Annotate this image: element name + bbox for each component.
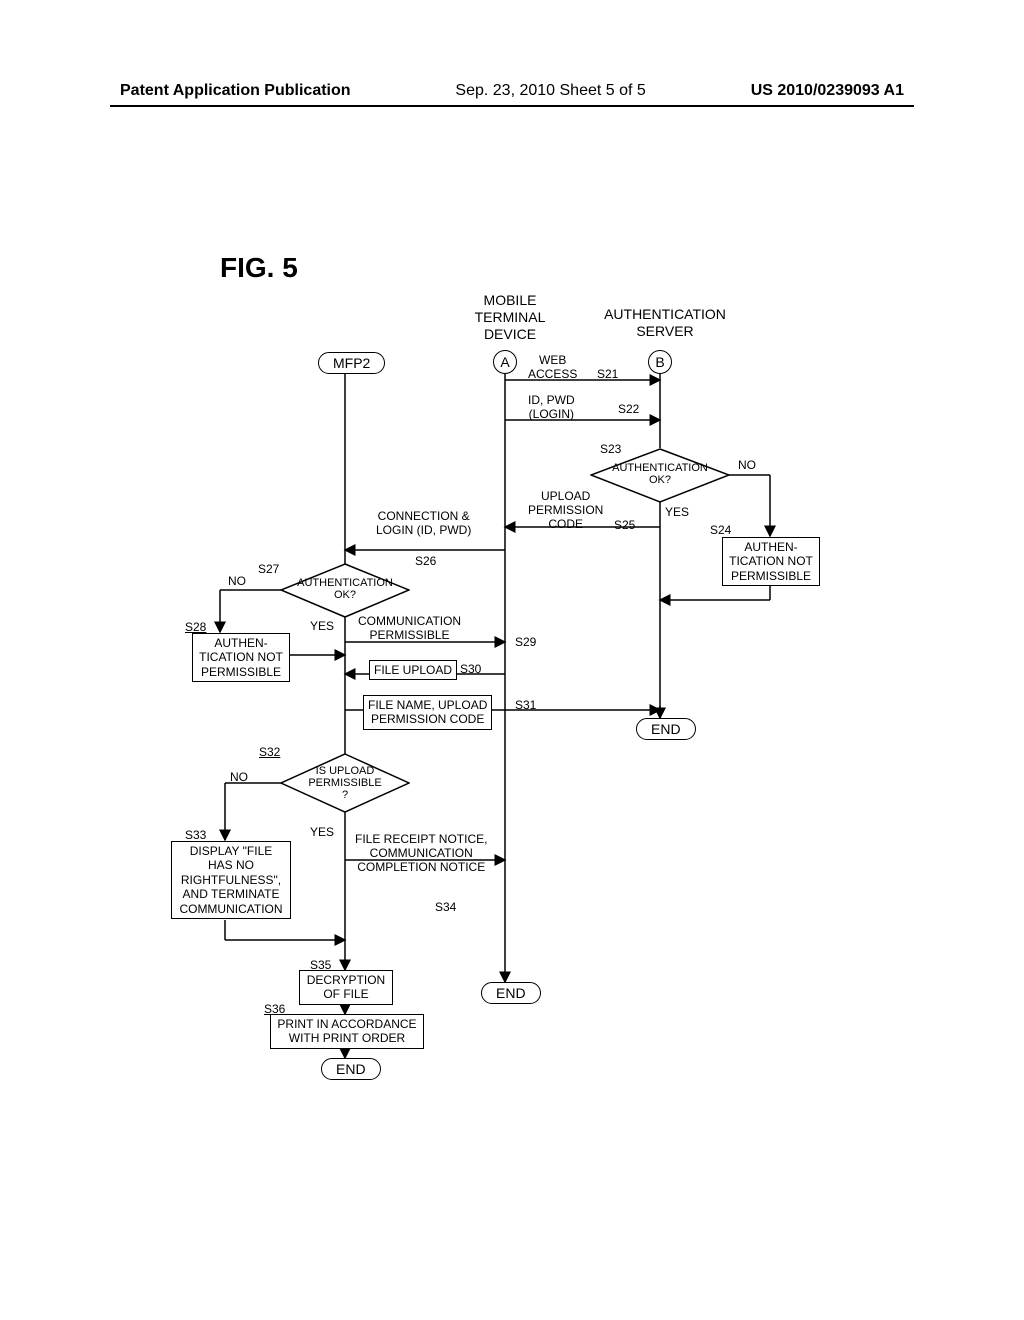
box-s35: DECRYPTIONOF FILE [299,970,393,1005]
s27-no: NO [228,574,246,588]
step-s21: S21 [597,367,618,381]
connector-lines [0,280,1024,1180]
terminator-end-mfp: END [321,1058,381,1080]
box-s28: AUTHEN-TICATION NOTPERMISSIBLE [192,633,290,682]
flowchart-diagram: MOBILETERMINALDEVICE AUTHENTICATIONSERVE… [0,280,1024,1180]
s23-no: NO [738,458,756,472]
connector-a: A [493,350,517,374]
step-s35: S35 [310,958,331,972]
step-s29: S29 [515,635,536,649]
label-upload-perm: UPLOADPERMISSIONCODE [528,490,603,531]
header-left: Patent Application Publication [120,82,351,100]
step-s30: S30 [460,662,481,676]
step-s27: S27 [258,562,279,576]
step-s28: S28 [185,620,206,634]
step-s25: S25 [614,518,635,532]
terminator-mfp2: MFP2 [318,352,385,374]
s23-yes: YES [665,505,689,519]
step-s24: S24 [710,523,731,537]
step-s34: S34 [435,900,456,914]
label-id-pwd: ID, PWD(LOGIN) [528,394,575,422]
step-s33: S33 [185,828,206,842]
box-s33: DISPLAY "FILEHAS NORIGHTFULNESS",AND TER… [171,841,291,919]
step-s26: S26 [415,554,436,568]
s32-yes: YES [310,825,334,839]
label-file-receipt: FILE RECEIPT NOTICE,COMMUNICATIONCOMPLET… [355,833,487,874]
box-s36: PRINT IN ACCORDANCEWITH PRINT ORDER [270,1014,424,1049]
connector-b: B [648,350,672,374]
s27-yes: YES [310,619,334,633]
step-s23: S23 [600,442,621,456]
diamond-s27: AUTHENTICATIONOK? [293,577,397,601]
label-conn-login: CONNECTION &LOGIN (ID, PWD) [376,510,471,538]
box-s24: AUTHEN-TICATION NOTPERMISSIBLE [722,537,820,586]
terminator-end-a: END [481,982,541,1004]
step-s36: S36 [264,1002,285,1016]
label-file-name: FILE NAME, UPLOADPERMISSION CODE [363,695,492,730]
step-s22: S22 [618,402,639,416]
diamond-s23: AUTHENTICATIONOK? [608,462,712,486]
header-right: US 2010/0239093 A1 [751,82,904,100]
step-s32: S32 [259,745,280,759]
step-s31: S31 [515,698,536,712]
header-divider [110,105,914,107]
label-web-access: WEBACCESS [528,354,577,382]
diamond-s32: IS UPLOADPERMISSIBLE? [303,765,387,801]
label-comm-perm: COMMUNICATIONPERMISSIBLE [358,615,461,643]
heading-mobile: MOBILETERMINALDEVICE [465,292,555,342]
header-center: Sep. 23, 2010 Sheet 5 of 5 [455,82,645,100]
label-file-upload: FILE UPLOAD [369,660,457,680]
terminator-end-b: END [636,718,696,740]
s32-no: NO [230,770,248,784]
heading-auth: AUTHENTICATIONSERVER [595,306,735,340]
